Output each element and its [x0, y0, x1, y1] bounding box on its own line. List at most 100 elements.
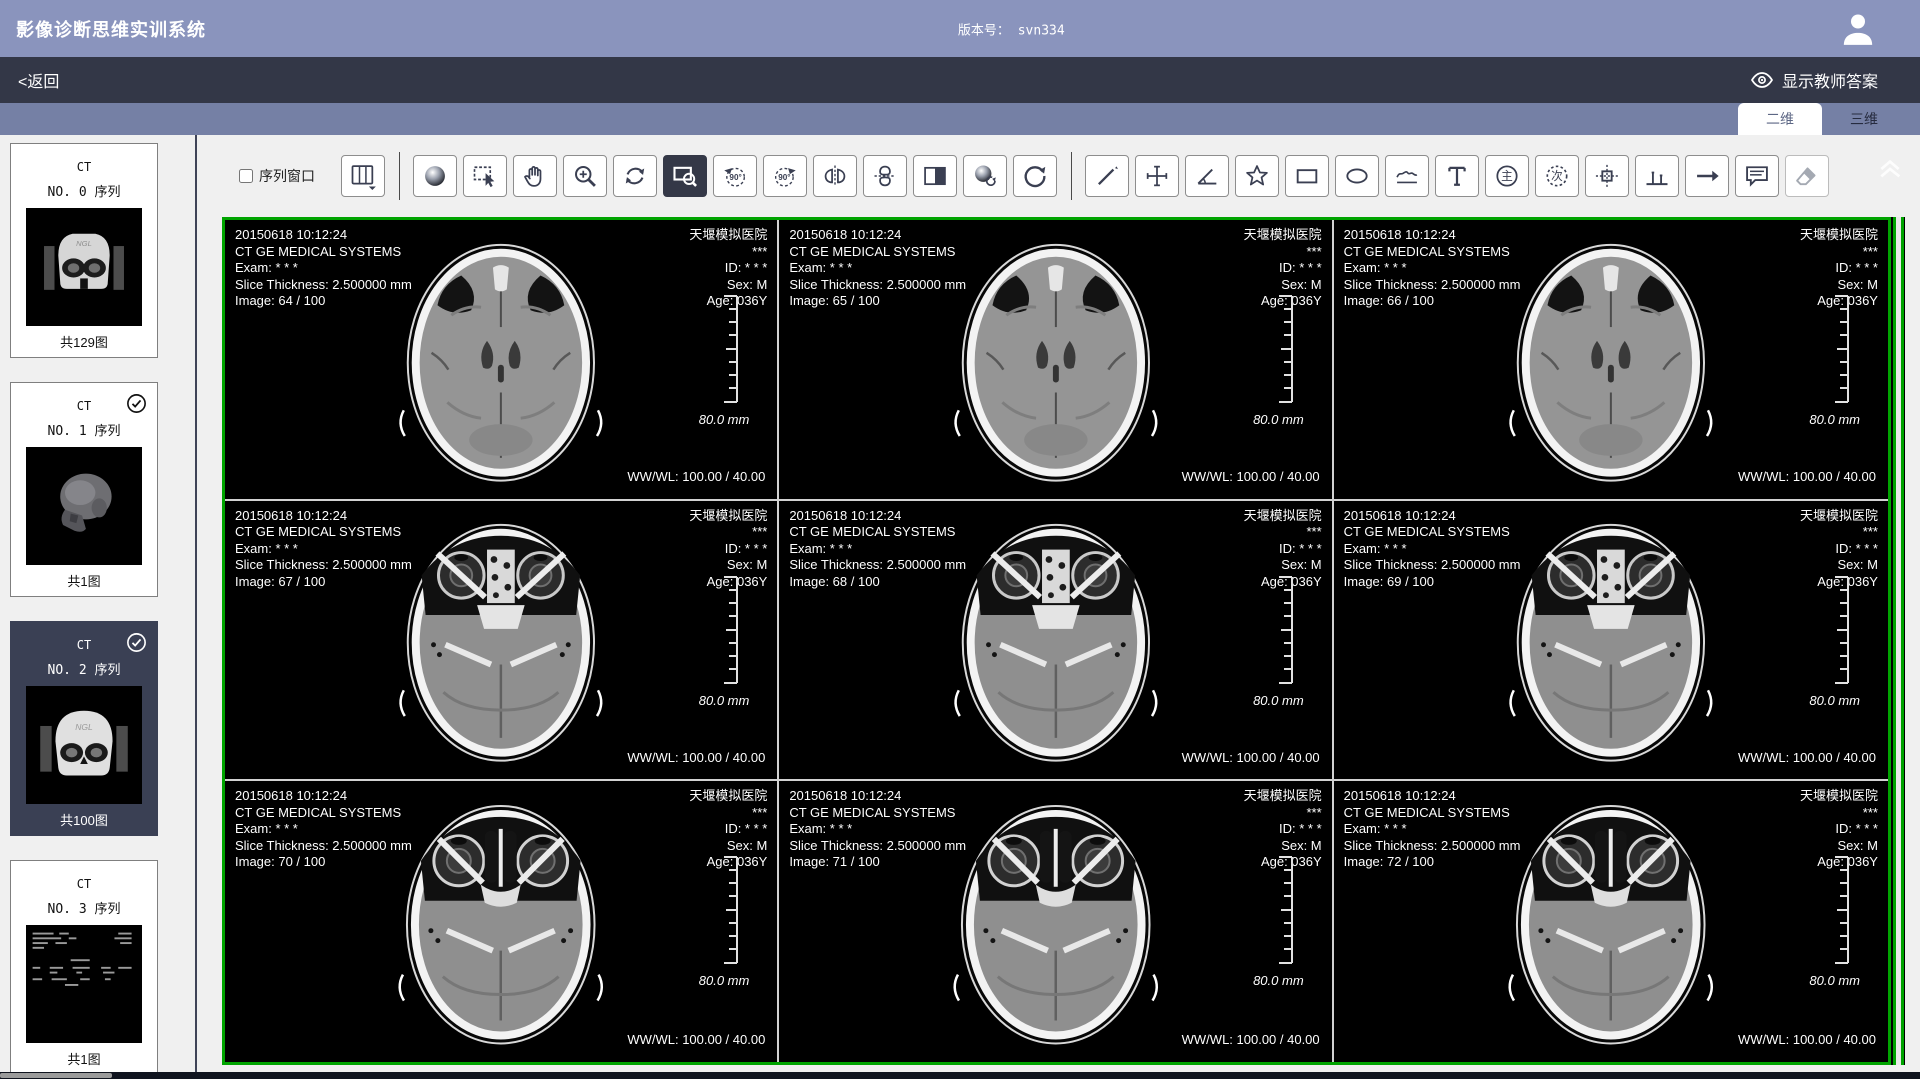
- overlay-top-left: 20150618 10:12:24 CT GE MEDICAL SYSTEMS …: [1344, 788, 1521, 871]
- patient-sex: Sex: M: [1244, 838, 1322, 855]
- tab-3d[interactable]: 三维: [1822, 103, 1906, 135]
- angle-measure-icon: [1193, 162, 1221, 190]
- line-draw-icon: [1093, 162, 1121, 190]
- crosshair-center-button[interactable]: [1585, 155, 1629, 197]
- series-modality: CT: [11, 877, 157, 891]
- patient-name-masked: ***: [689, 524, 767, 541]
- series-thumbnail: [26, 925, 142, 1043]
- ellipse-roi-button[interactable]: [1335, 155, 1379, 197]
- rotate-left-90-button[interactable]: [713, 155, 757, 197]
- patient-id: ID: * * *: [689, 821, 767, 838]
- secondary-mark-icon: [1543, 162, 1571, 190]
- slice-thickness: Slice Thickness: 2.500000 mm: [235, 838, 412, 855]
- check-circle-icon: [125, 631, 148, 654]
- show-teacher-answer-button[interactable]: 显示教师答案: [1750, 68, 1878, 92]
- scale-ruler-icon: [1832, 855, 1852, 965]
- primary-mark-button[interactable]: [1485, 155, 1529, 197]
- user-icon[interactable]: [1838, 9, 1878, 49]
- ct-axial-brain-image: [937, 506, 1175, 774]
- patient-name-masked: ***: [1244, 805, 1322, 822]
- viewport-cell[interactable]: 20150618 10:12:24 CT GE MEDICAL SYSTEMS …: [225, 220, 779, 501]
- cross-measure-button[interactable]: [1135, 155, 1179, 197]
- study-datetime: 20150618 10:12:24: [789, 227, 966, 244]
- image-index: Image: 71 / 100: [789, 854, 966, 871]
- rotate-free-button[interactable]: [613, 155, 657, 197]
- series-card[interactable]: CT NO. 1 序列 共1图: [10, 382, 158, 597]
- horizontal-scrollbar-thumb[interactable]: [0, 1073, 112, 1078]
- slice-thickness: Slice Thickness: 2.500000 mm: [789, 277, 966, 294]
- star-polygon-button[interactable]: [1235, 155, 1279, 197]
- pan-hand-button[interactable]: [513, 155, 557, 197]
- viewport-cell[interactable]: 20150618 10:12:24 CT GE MEDICAL SYSTEMS …: [779, 220, 1333, 501]
- bottom-strip: [0, 1072, 1920, 1079]
- viewport-cell[interactable]: 20150618 10:12:24 CT GE MEDICAL SYSTEMS …: [1334, 501, 1888, 782]
- viewport-cell[interactable]: 20150618 10:12:24 CT GE MEDICAL SYSTEMS …: [225, 501, 779, 782]
- image-index: Image: 67 / 100: [235, 574, 412, 591]
- rotate-right-90-button[interactable]: [763, 155, 807, 197]
- viewport-cell[interactable]: 20150618 10:12:24 CT GE MEDICAL SYSTEMS …: [1334, 781, 1888, 1062]
- scale-label: 80.0 mm: [699, 973, 750, 990]
- zoom-in-button[interactable]: [563, 155, 607, 197]
- ct-axial-brain-image: [1492, 506, 1730, 774]
- image-index: Image: 66 / 100: [1344, 293, 1521, 310]
- rectangle-roi-button[interactable]: [1285, 155, 1329, 197]
- viewport-cell[interactable]: 20150618 10:12:24 CT GE MEDICAL SYSTEMS …: [779, 781, 1333, 1062]
- arrow-annotation-button[interactable]: [1685, 155, 1729, 197]
- window-level-ball-button[interactable]: [413, 155, 457, 197]
- angle-measure-button[interactable]: [1185, 155, 1229, 197]
- slice-thickness: Slice Thickness: 2.500000 mm: [1344, 277, 1521, 294]
- rotate-free-icon: [621, 162, 649, 190]
- series-card[interactable]: CT NO. 3 序列 共1图: [10, 860, 158, 1072]
- scanner-name: CT GE MEDICAL SYSTEMS: [235, 524, 412, 541]
- slice-thickness: Slice Thickness: 2.500000 mm: [1344, 557, 1521, 574]
- viewport-cell[interactable]: 20150618 10:12:24 CT GE MEDICAL SYSTEMS …: [779, 501, 1333, 782]
- comment-bubble-button[interactable]: [1735, 155, 1779, 197]
- reset-refresh-button[interactable]: [1013, 155, 1057, 197]
- series-sidebar: CT NO. 0 序列 共129图 CT NO. 1 序列 共1图 CT NO.…: [0, 135, 197, 1072]
- series-card[interactable]: CT NO. 0 序列 共129图: [10, 143, 158, 358]
- back-button[interactable]: <返回: [18, 68, 59, 92]
- series-thumbnail: [26, 208, 142, 326]
- select-arrow-button[interactable]: [463, 155, 507, 197]
- series-window-checkbox[interactable]: [239, 169, 253, 183]
- scale-ruler-icon: [1832, 294, 1852, 404]
- series-image-count: 共1图: [11, 571, 157, 590]
- nav-bar: <返回 显示教师答案: [0, 57, 1920, 103]
- series-modality: CT: [11, 160, 157, 174]
- curve-profile-button[interactable]: [1385, 155, 1429, 197]
- secondary-mark-button[interactable]: [1535, 155, 1579, 197]
- layout-grid-button[interactable]: [341, 155, 385, 197]
- viewport-cell[interactable]: 20150618 10:12:24 CT GE MEDICAL SYSTEMS …: [225, 781, 779, 1062]
- invert-button[interactable]: [913, 155, 957, 197]
- spike-profile-button[interactable]: [1635, 155, 1679, 197]
- hospital-name: 天堰模拟医院: [1800, 788, 1878, 805]
- eraser-button[interactable]: [1785, 155, 1829, 197]
- scale-label: 80.0 mm: [1253, 973, 1304, 990]
- viewport-cell[interactable]: 20150618 10:12:24 CT GE MEDICAL SYSTEMS …: [1334, 220, 1888, 501]
- flip-vertical-button[interactable]: [863, 155, 907, 197]
- series-window-toggle[interactable]: 序列窗口: [239, 166, 315, 186]
- collapse-toolbar-icon[interactable]: [1874, 151, 1906, 183]
- version-value: svn334: [1018, 23, 1065, 38]
- zoom-region-button[interactable]: [663, 155, 707, 197]
- scale-ruler-icon: [1276, 294, 1296, 404]
- series-card[interactable]: CT NO. 2 序列 共100图: [10, 621, 158, 836]
- scale-ruler-icon: [1276, 575, 1296, 685]
- study-datetime: 20150618 10:12:24: [1344, 227, 1521, 244]
- study-datetime: 20150618 10:12:24: [235, 227, 412, 244]
- tab-2d[interactable]: 二维: [1738, 103, 1822, 135]
- hospital-name: 天堰模拟医院: [1244, 227, 1322, 244]
- text-annotation-icon: [1443, 162, 1471, 190]
- window-width-level: WW/WL: 100.00 / 40.00: [627, 1032, 765, 1049]
- scale-label: 80.0 mm: [699, 412, 750, 429]
- text-annotation-button[interactable]: [1435, 155, 1479, 197]
- flip-horizontal-button[interactable]: [813, 155, 857, 197]
- line-draw-button[interactable]: [1085, 155, 1129, 197]
- window-reset-button[interactable]: [963, 155, 1007, 197]
- slice-thickness: Slice Thickness: 2.500000 mm: [235, 557, 412, 574]
- pan-hand-icon: [521, 162, 549, 190]
- window-width-level: WW/WL: 100.00 / 40.00: [1182, 1032, 1320, 1049]
- flip-vertical-icon: [871, 162, 899, 190]
- scanner-name: CT GE MEDICAL SYSTEMS: [1344, 524, 1521, 541]
- viewer-scrollbar[interactable]: [1891, 217, 1905, 1065]
